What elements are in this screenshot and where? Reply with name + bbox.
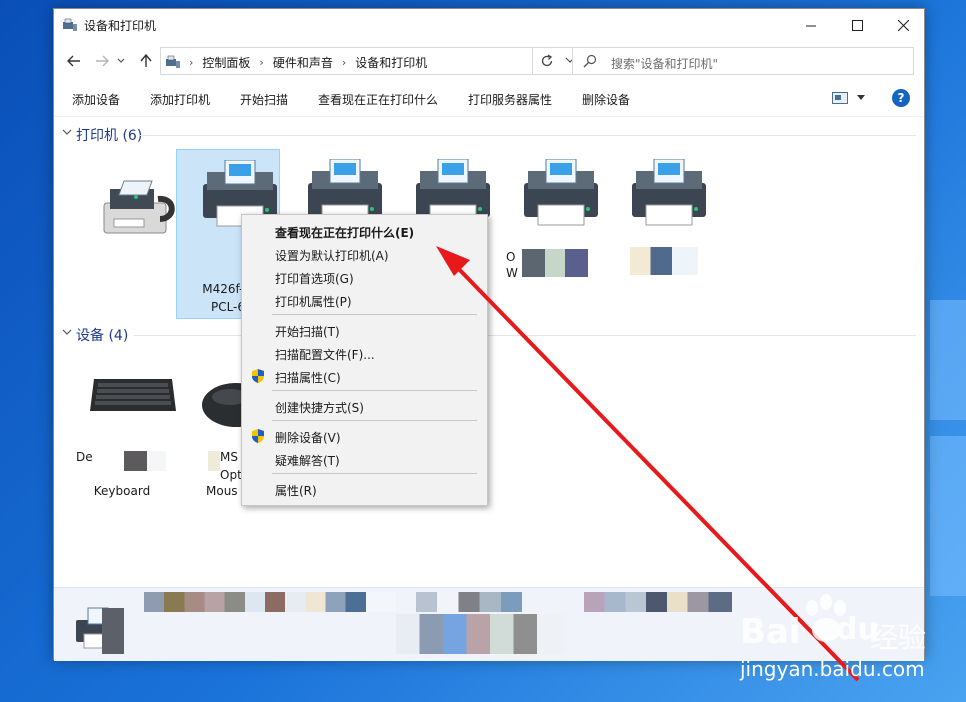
watermark-url: jingyan.baidu.com bbox=[740, 657, 925, 681]
watermark-cn: 经验 bbox=[870, 621, 927, 654]
watermark-brand: Bai bbox=[740, 612, 801, 652]
